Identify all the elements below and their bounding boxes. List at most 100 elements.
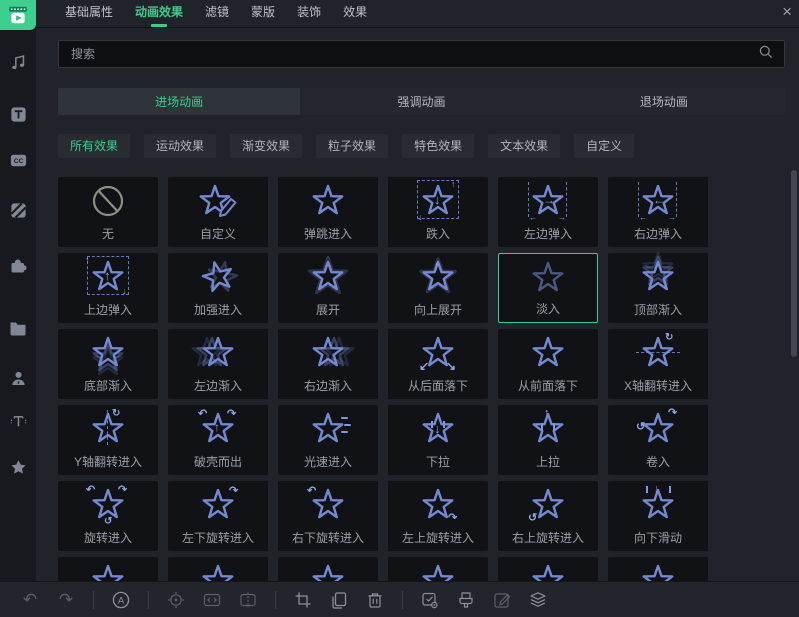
- effect-item[interactable]: [58, 557, 158, 581]
- effect-item[interactable]: ↶ ↷ ↺ 旋转进入: [58, 481, 158, 551]
- search-input[interactable]: [69, 46, 758, 62]
- motion-track-icon[interactable]: [164, 588, 188, 612]
- filter-chip[interactable]: 自定义: [574, 134, 635, 158]
- effect-item[interactable]: 弹跳进入: [278, 177, 378, 247]
- effect-item[interactable]: 从前面落下: [498, 329, 598, 399]
- star-icon: [304, 560, 352, 581]
- segment-tab[interactable]: 强调动画: [300, 88, 542, 115]
- effect-item[interactable]: 底部渐入: [58, 329, 158, 399]
- render-icon[interactable]: [454, 588, 478, 612]
- tab-header-0[interactable]: 基础属性: [65, 0, 113, 27]
- effect-item[interactable]: ↶ ↷ ↑ 破壳而出: [168, 405, 268, 475]
- mark-icon[interactable]: [418, 588, 442, 612]
- effect-item[interactable]: ↓ ↑ ↓ 跌入: [388, 177, 488, 247]
- effect-item[interactable]: ↑ ↑ ↓ 上边弹入: [58, 253, 158, 323]
- effect-item[interactable]: → ← → 左边弹入: [498, 177, 598, 247]
- star-pull-down-icon: ↓: [414, 408, 462, 452]
- sidebar-item-titles[interactable]: [0, 96, 36, 132]
- effect-item[interactable]: 右边渐入: [278, 329, 378, 399]
- effect-item[interactable]: [278, 557, 378, 581]
- effect-item[interactable]: 光速进入: [278, 405, 378, 475]
- sidebar-item-plugins[interactable]: [0, 247, 36, 283]
- effect-item[interactable]: [608, 557, 708, 581]
- tab-header-4[interactable]: 装饰: [297, 0, 321, 27]
- effect-label: 底部渐入: [83, 379, 132, 393]
- sidebar-item-favorites[interactable]: [0, 449, 36, 485]
- filter-chip[interactable]: 文本效果: [488, 134, 561, 158]
- star-icon: [414, 560, 462, 581]
- duplicate-icon[interactable]: [327, 588, 351, 612]
- star-strong-icon: [194, 256, 242, 300]
- effect-item[interactable]: [168, 557, 268, 581]
- effect-item[interactable]: [498, 557, 598, 581]
- crop-icon[interactable]: [291, 588, 315, 612]
- undo-icon[interactable]: ↶: [18, 588, 42, 612]
- effect-item[interactable]: 顶部渐入: [608, 251, 708, 323]
- effect-item[interactable]: 展开: [278, 253, 378, 323]
- keyframe-icon[interactable]: A: [109, 588, 133, 612]
- filter-chip[interactable]: 运动效果: [144, 134, 217, 158]
- filter-chip[interactable]: 特色效果: [402, 134, 475, 158]
- delete-icon[interactable]: [363, 588, 387, 612]
- effect-item[interactable]: ↻ Y轴翻转进入: [58, 405, 158, 475]
- effect-item[interactable]: 淡入: [498, 253, 598, 323]
- effect-item[interactable]: ↙ ↘ 从后面落下: [388, 329, 488, 399]
- star-rotate-tl-icon: ↷: [414, 484, 462, 528]
- effect-item[interactable]: ↑ 上拉: [498, 405, 598, 475]
- effect-label: 卷入: [645, 455, 670, 469]
- effect-item[interactable]: ↓ 向下滑动: [608, 481, 708, 551]
- tab-header-3[interactable]: 蒙版: [251, 0, 275, 27]
- effect-item[interactable]: 无: [58, 177, 158, 247]
- effect-label: 左边弹入: [523, 227, 572, 241]
- effect-item[interactable]: ← ← → 右边弹入: [608, 177, 708, 247]
- sidebar-item-audio[interactable]: [0, 44, 36, 80]
- redo-icon[interactable]: ↷: [54, 588, 78, 612]
- layers-icon[interactable]: [526, 588, 550, 612]
- tab-header-5[interactable]: 效果: [343, 0, 367, 27]
- star-icon: [634, 560, 682, 581]
- sidebar-item-media[interactable]: [0, 0, 36, 30]
- effect-item[interactable]: ↺ ↷ 卷入: [608, 405, 708, 475]
- transitions-icon: [9, 201, 28, 220]
- effect-item[interactable]: ↷ 左下旋转进入: [168, 481, 268, 551]
- effect-item[interactable]: 自定义: [168, 177, 268, 247]
- star-roll-icon: ↺ ↷: [634, 408, 682, 452]
- segment-tab[interactable]: 退场动画: [543, 88, 785, 115]
- effect-label: Y轴翻转进入: [73, 455, 142, 469]
- filter-chip[interactable]: 渐变效果: [230, 134, 303, 158]
- star-drop-icon: ↓ ↑ ↓: [414, 180, 462, 224]
- sidebar-item-profile[interactable]: [0, 360, 36, 396]
- effect-item[interactable]: [388, 557, 488, 581]
- animation-category-tabs: 进场动画 强调动画 退场动画: [58, 88, 785, 115]
- sidebar-item-transitions[interactable]: [0, 192, 36, 228]
- speed-icon[interactable]: [200, 588, 224, 612]
- effect-label: 左下旋转进入: [181, 531, 254, 545]
- filter-chip[interactable]: 所有效果: [58, 134, 131, 158]
- effect-item[interactable]: ↑ 向上展开: [388, 253, 488, 323]
- effect-item[interactable]: ↷ 左上旋转进入: [388, 481, 488, 551]
- star-rotate-br-icon: ↶: [304, 484, 352, 528]
- tab-header-2[interactable]: 滤镜: [205, 0, 229, 27]
- effect-item[interactable]: ↻ X轴翻转进入: [608, 329, 708, 399]
- effect-item[interactable]: 加强进入: [168, 253, 268, 323]
- sidebar-item-text-styles[interactable]: [0, 403, 36, 439]
- sidebar-item-folder[interactable]: [0, 310, 36, 346]
- effect-item[interactable]: ↓ 下拉: [388, 405, 488, 475]
- segment-tab[interactable]: 进场动画: [58, 88, 301, 115]
- edit-icon[interactable]: [490, 588, 514, 612]
- split-icon[interactable]: [236, 588, 260, 612]
- close-icon[interactable]: ×: [782, 1, 792, 23]
- filter-chip[interactable]: 粒子效果: [316, 134, 389, 158]
- effect-item[interactable]: ↺ 右上旋转进入: [498, 481, 598, 551]
- scrollbar[interactable]: [791, 170, 797, 357]
- effect-item[interactable]: ↶ 右下旋转进入: [278, 481, 378, 551]
- effect-label: 淡入: [535, 302, 560, 316]
- tab-animation[interactable]: 动画效果: [135, 0, 183, 27]
- effect-label: 无: [101, 227, 114, 241]
- effect-label: 上边弹入: [83, 303, 132, 317]
- search-bar[interactable]: [58, 40, 785, 68]
- media-icon: [7, 4, 29, 26]
- effect-item[interactable]: 左边渐入: [168, 329, 268, 399]
- sidebar-item-subtitles[interactable]: CC: [0, 142, 36, 178]
- star-icon: [84, 560, 132, 581]
